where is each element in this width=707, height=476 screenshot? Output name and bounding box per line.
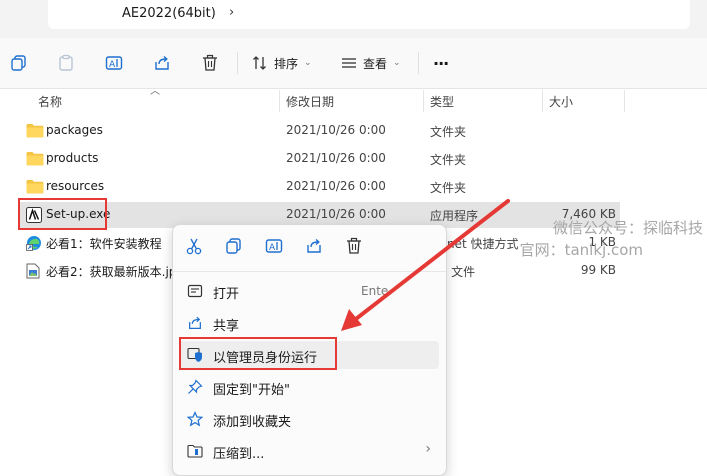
column-header-row: ︿ 名称 修改日期 类型 大小 — [0, 86, 707, 113]
file-name: 必看1：软件安装教程 — [46, 237, 162, 251]
more-options-button[interactable]: ··· — [433, 52, 449, 74]
paste-button[interactable] — [57, 52, 75, 74]
menu-item-share[interactable]: 共享 — [179, 309, 439, 337]
scissors-icon — [186, 238, 202, 255]
submenu-chevron-icon: › — [425, 441, 431, 457]
watermark-line: 官网：tanlkj.com — [519, 241, 643, 259]
more-icon: ··· — [433, 53, 449, 73]
share-button[interactable] — [153, 52, 171, 74]
sort-icon — [253, 56, 266, 70]
file-type: 文件夹 — [430, 153, 467, 167]
svg-text:A: A — [109, 60, 116, 70]
trash-icon — [203, 54, 217, 71]
view-button[interactable]: 查看 ⌄ — [341, 52, 401, 74]
folder-icon — [26, 152, 44, 166]
toolbar-separator — [418, 52, 419, 74]
sort-label: 排序 — [274, 56, 299, 71]
copy-button[interactable] — [225, 237, 247, 259]
zip-icon — [187, 444, 203, 458]
menu-item-label: 打开 — [213, 287, 240, 302]
open-icon — [187, 284, 203, 298]
copy-icon — [226, 238, 241, 254]
column-divider[interactable] — [624, 90, 625, 112]
file-name: 必看2：获取最新版本.jp — [46, 265, 177, 279]
address-box[interactable]: AE2022(64bit) › — [48, 0, 690, 29]
menu-item-pin-to-start[interactable]: 固定到"开始" — [179, 373, 439, 401]
menu-item-label: 压缩到... — [213, 447, 265, 462]
column-header-type[interactable]: 类型 — [430, 93, 454, 110]
file-type: net 快捷方式 — [447, 237, 519, 251]
share-icon — [189, 316, 201, 329]
menu-item-label: 添加到收藏夹 — [213, 415, 292, 430]
rename-icon: A — [105, 56, 123, 70]
file-name: packages — [46, 123, 103, 137]
menu-item-label: 共享 — [213, 319, 240, 334]
sort-button[interactable]: 排序 ⌄ — [252, 52, 312, 74]
sort-ascending-icon: ︿ — [150, 86, 160, 97]
watermark-line: 微信公众号：探临科技 — [552, 219, 703, 237]
cut-button[interactable] — [185, 237, 207, 259]
file-type: 文件夹 — [430, 181, 467, 195]
column-divider[interactable] — [423, 90, 424, 112]
run-as-admin-highlight-box — [179, 337, 337, 370]
rename-icon: A — [265, 239, 283, 253]
edge-shortcut-icon — [26, 236, 41, 251]
folder-icon — [26, 180, 44, 194]
rename-button[interactable]: A — [105, 52, 123, 74]
table-row-resources[interactable]: resources 2021/10/26 0:00 文件夹 — [18, 174, 620, 200]
file-type: 应用程序 — [430, 209, 479, 223]
table-row-products[interactable]: products 2021/10/26 0:00 文件夹 — [18, 146, 620, 172]
file-date: 2021/10/26 0:00 — [286, 179, 386, 193]
setup-exe-highlight-box — [18, 198, 107, 230]
share-button[interactable] — [305, 237, 327, 259]
share-icon — [155, 55, 169, 70]
chevron-right-icon[interactable]: › — [229, 5, 234, 20]
share-icon — [307, 238, 321, 253]
svg-text:A: A — [269, 243, 276, 253]
copy-icon — [11, 55, 26, 71]
column-header-name[interactable]: 名称 — [38, 93, 62, 110]
column-divider[interactable] — [542, 90, 543, 112]
menu-item-add-to-favorites[interactable]: 添加到收藏夹 — [179, 405, 439, 433]
column-divider[interactable] — [279, 90, 280, 112]
chevron-down-icon: ⌄ — [304, 58, 312, 68]
column-header-date[interactable]: 修改日期 — [286, 93, 334, 110]
file-date: 2021/10/26 0:00 — [286, 207, 386, 221]
file-name: resources — [46, 179, 105, 193]
image-file-icon — [26, 263, 40, 279]
menu-item-compress[interactable]: 压缩到... › — [179, 437, 439, 465]
file-date: 2021/10/26 0:00 — [286, 151, 386, 165]
command-bar: A 排序 ⌄ 查看 ⌄ ··· — [0, 38, 707, 89]
rename-button[interactable]: A — [265, 237, 287, 259]
table-row-packages[interactable]: packages 2021/10/26 0:00 文件夹 — [18, 118, 620, 144]
watermark: 微信公众号：探临科技 官网：tanlkj.com — [520, 217, 703, 261]
file-date: 2021/10/26 0:00 — [286, 123, 386, 137]
delete-button[interactable] — [201, 52, 219, 74]
star-icon — [187, 411, 203, 427]
column-header-size[interactable]: 大小 — [549, 93, 573, 110]
copy-button[interactable] — [10, 52, 28, 74]
file-type: 文件夹 — [430, 125, 467, 139]
trash-icon — [347, 237, 361, 254]
file-size: 99 KB — [580, 263, 616, 277]
folder-icon — [26, 124, 44, 138]
paste-icon — [59, 54, 73, 71]
view-list-icon — [342, 58, 356, 68]
chevron-down-icon: ⌄ — [393, 58, 401, 68]
address-bar-area: › AE2022(64bit) › — [0, 0, 707, 38]
breadcrumb-current-folder[interactable]: AE2022(64bit) — [122, 5, 216, 23]
toolbar-separator — [237, 52, 238, 74]
view-label: 查看 — [363, 56, 388, 71]
delete-button[interactable] — [345, 237, 367, 259]
pin-icon — [188, 379, 203, 394]
context-menu-quick-actions: A — [173, 225, 446, 272]
menu-item-shortcut: Ente — [361, 284, 389, 298]
file-name: products — [46, 151, 99, 165]
menu-item-open[interactable]: 打开 Ente — [179, 277, 439, 305]
menu-item-label: 固定到"开始" — [213, 383, 290, 398]
